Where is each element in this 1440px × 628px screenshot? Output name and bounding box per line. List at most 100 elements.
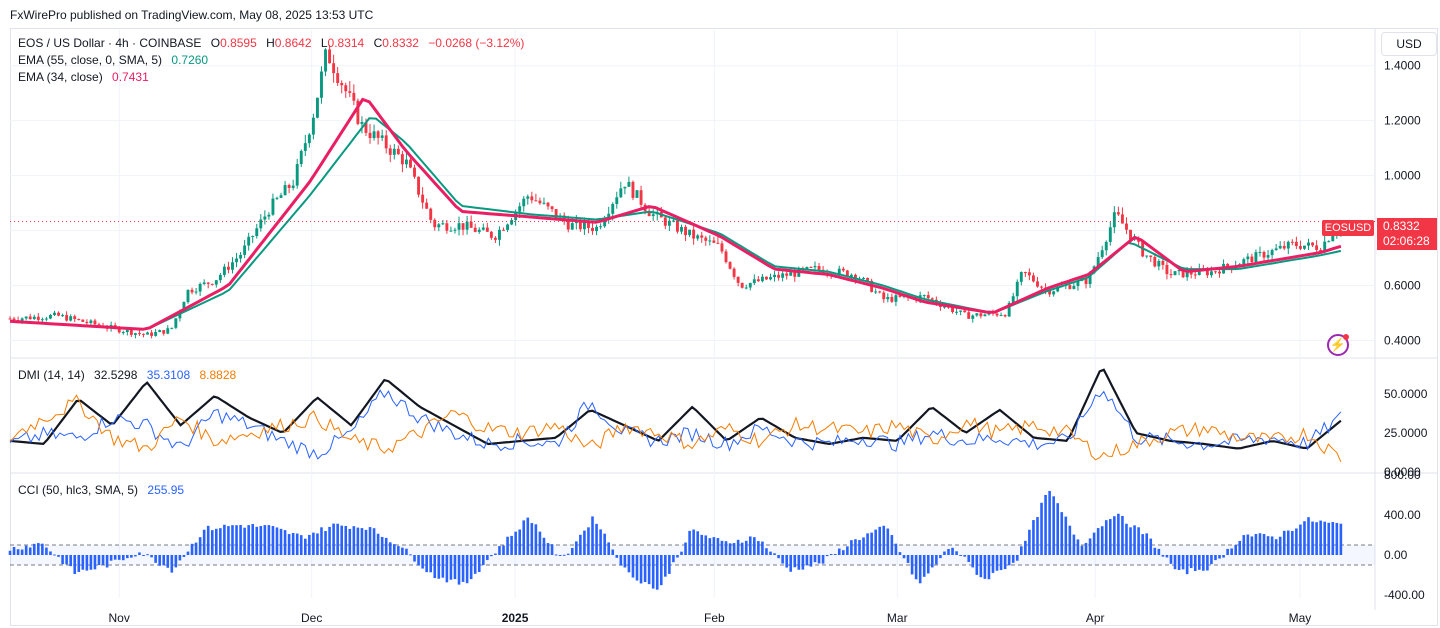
cci-bar xyxy=(967,555,971,562)
candle-body xyxy=(498,229,501,240)
cci-bar xyxy=(251,524,255,555)
symbol-price-tag: EOSUSD xyxy=(1322,220,1374,236)
cci-bar xyxy=(862,537,865,555)
candle-body xyxy=(372,131,376,139)
cci-bar xyxy=(162,555,166,566)
cci-bar xyxy=(1238,540,1242,555)
cci-bar xyxy=(546,543,550,555)
candle-body xyxy=(404,159,408,165)
currency-button[interactable]: USD xyxy=(1381,32,1437,56)
cci-bar xyxy=(1072,534,1076,555)
cci-bar xyxy=(1137,527,1140,555)
ema34-legend[interactable]: EMA (34, close) 0.7431 xyxy=(18,70,155,84)
cci-bar xyxy=(627,555,631,573)
cci-bar xyxy=(1113,516,1116,555)
candle-body xyxy=(955,311,959,313)
cci-bar xyxy=(494,553,497,555)
last-price: 0.8332 xyxy=(1383,219,1420,233)
cci-bar xyxy=(1104,520,1108,555)
candle-body xyxy=(61,315,65,317)
cci-bar xyxy=(1335,522,1339,555)
cci-bar xyxy=(429,555,433,573)
candle-body xyxy=(595,226,599,232)
cci-bar xyxy=(413,555,416,562)
dmi-legend[interactable]: DMI (14, 14) 32.5298 35.3108 8.8828 xyxy=(18,368,242,382)
candle-body xyxy=(1068,285,1072,289)
candle-body xyxy=(368,132,372,139)
cci-bar xyxy=(336,523,339,555)
candle-body xyxy=(1282,245,1286,249)
cci-bar xyxy=(1028,529,1031,555)
cci-bar xyxy=(247,525,250,555)
cci-bar xyxy=(732,543,736,555)
cci-bar xyxy=(562,554,566,556)
time-axis-label: May xyxy=(1289,611,1312,625)
cci-bar xyxy=(1064,516,1068,555)
cci-bar xyxy=(150,555,153,558)
chart-canvas[interactable]: 1.4000 1.2000 1.0000 0.6000 0.4000 50.0000 25.… xyxy=(0,0,1440,628)
candle-body xyxy=(1250,256,1254,262)
cci-legend[interactable]: CCI (50, hlc3, SMA, 5) 255.95 xyxy=(18,483,190,497)
cci-bar xyxy=(178,555,182,561)
cci-bar xyxy=(922,555,926,577)
candle-body xyxy=(465,221,469,230)
candle-body xyxy=(862,277,865,279)
ema55-legend[interactable]: EMA (55, close, 0, SMA, 5) 0.7260 xyxy=(18,53,214,67)
cci-bar xyxy=(1007,555,1011,566)
candle-body xyxy=(716,242,720,244)
candle-body xyxy=(413,167,416,177)
cci-bar xyxy=(1258,533,1262,555)
candle-body xyxy=(728,262,732,269)
cci-bar xyxy=(465,555,469,584)
candle-body xyxy=(493,237,497,240)
cci-bar xyxy=(611,549,615,555)
candle-body xyxy=(1262,251,1266,258)
candle-body xyxy=(530,196,534,201)
candle-body xyxy=(700,235,704,238)
candle-body xyxy=(453,229,457,231)
candle-body xyxy=(295,164,299,186)
cci-bar xyxy=(1278,536,1282,555)
candle-body xyxy=(142,333,145,335)
candle-body xyxy=(158,330,162,333)
cci-bar xyxy=(522,520,526,555)
cci-bar xyxy=(1080,545,1084,555)
candle-body xyxy=(522,198,526,207)
cci-bar xyxy=(299,535,303,555)
symbol-label[interactable]: EOS / US Dollar · 4h · COINBASE xyxy=(18,36,201,50)
cci-bar xyxy=(255,526,259,555)
cci-bar xyxy=(587,527,590,555)
cci-bar xyxy=(1266,536,1270,555)
candle-body xyxy=(449,230,453,232)
cci-bar xyxy=(700,534,704,555)
cci-bar xyxy=(821,555,825,564)
candle-body xyxy=(255,228,259,237)
candle-body xyxy=(1209,271,1213,276)
candle-body xyxy=(611,203,615,214)
candle-body xyxy=(740,282,744,288)
cci-bar xyxy=(1088,538,1092,555)
cci-bar xyxy=(704,535,708,555)
cci-bar xyxy=(502,545,505,555)
cci-bar xyxy=(554,554,558,556)
cci-bar xyxy=(441,555,445,578)
cci-bar xyxy=(866,533,869,555)
candle-body xyxy=(926,295,930,299)
cci-bar xyxy=(1169,555,1173,564)
candle-body xyxy=(247,236,251,246)
cci-bar xyxy=(1282,530,1286,555)
cci-bar xyxy=(712,537,716,555)
cci-bar xyxy=(615,555,619,558)
cci-bar xyxy=(1226,548,1229,555)
cci-bar xyxy=(210,530,214,555)
cci-bar xyxy=(696,531,699,555)
cci-bar xyxy=(575,541,578,555)
cci-bar xyxy=(801,555,805,570)
candle-body xyxy=(44,318,48,320)
candle-body xyxy=(1169,274,1173,276)
cci-bar xyxy=(854,539,857,555)
candle-body xyxy=(222,266,226,275)
cci-bar xyxy=(736,539,740,555)
cci-bar xyxy=(1193,555,1197,572)
cci-bar xyxy=(777,555,780,559)
